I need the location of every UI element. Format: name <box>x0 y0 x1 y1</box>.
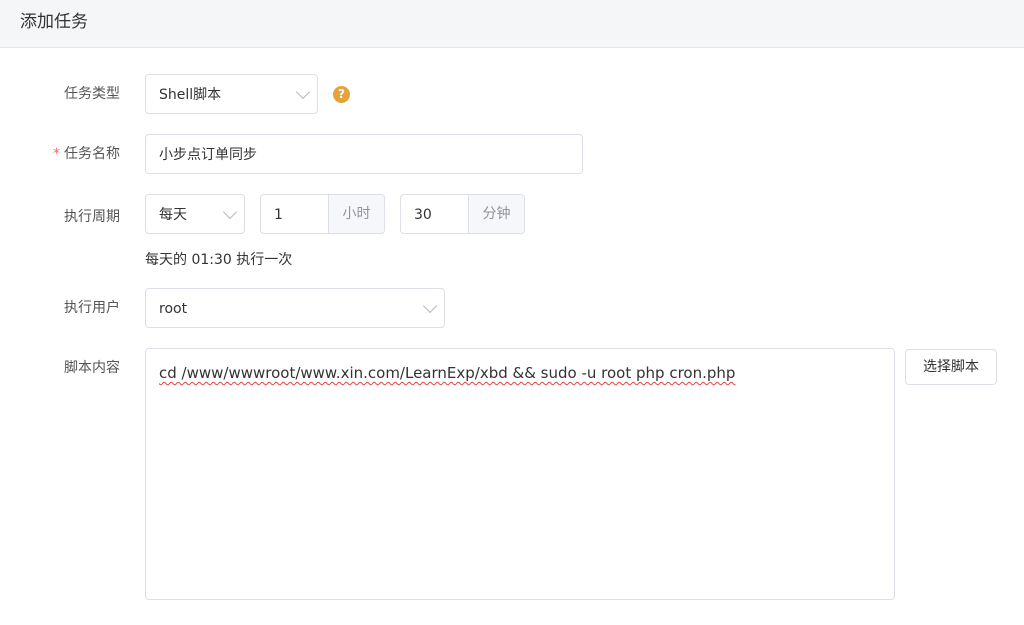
period-summary: 每天的 01:30 执行一次 <box>145 252 293 268</box>
page-title: 添加任务 <box>20 12 88 32</box>
minutes-unit: 分钟 <box>468 195 524 233</box>
hours-input[interactable]: 1 小时 <box>260 194 385 234</box>
user-select[interactable]: root <box>145 288 445 328</box>
chevron-down-icon <box>422 298 438 314</box>
user-value: root <box>159 301 188 317</box>
required-mark: * <box>53 146 60 162</box>
script-label: 脚本内容 <box>64 360 120 376</box>
choose-script-button[interactable]: 选择脚本 <box>905 349 997 385</box>
task-type-select[interactable]: Shell脚本 <box>145 74 318 114</box>
task-name-label: * 任务名称 <box>10 144 120 164</box>
period-frequency-value: 每天 <box>159 207 187 223</box>
minutes-value: 30 <box>414 207 432 223</box>
hours-value: 1 <box>274 207 283 223</box>
script-textarea[interactable]: cd /www/wwwroot/www.xin.com/LearnExp/xbd… <box>145 348 895 600</box>
period-label: 执行周期 <box>64 209 120 225</box>
chevron-down-icon <box>222 204 238 220</box>
task-type-value: Shell脚本 <box>159 87 222 103</box>
page-header: 添加任务 <box>0 0 1024 48</box>
script-content: cd /www/wwwroot/www.xin.com/LearnExp/xbd… <box>159 364 736 382</box>
period-frequency-select[interactable]: 每天 <box>145 194 245 234</box>
task-type-label: 任务类型 <box>64 86 120 102</box>
user-label: 执行用户 <box>64 300 120 316</box>
question-circle-icon[interactable]: ? <box>333 86 350 103</box>
task-name-value: 小步点订单同步 <box>159 147 257 163</box>
task-name-label-text: 任务名称 <box>64 146 120 162</box>
chevron-down-icon <box>295 84 311 100</box>
minutes-input[interactable]: 30 分钟 <box>400 194 525 234</box>
hours-unit: 小时 <box>328 195 384 233</box>
task-name-input[interactable]: 小步点订单同步 <box>145 134 583 174</box>
